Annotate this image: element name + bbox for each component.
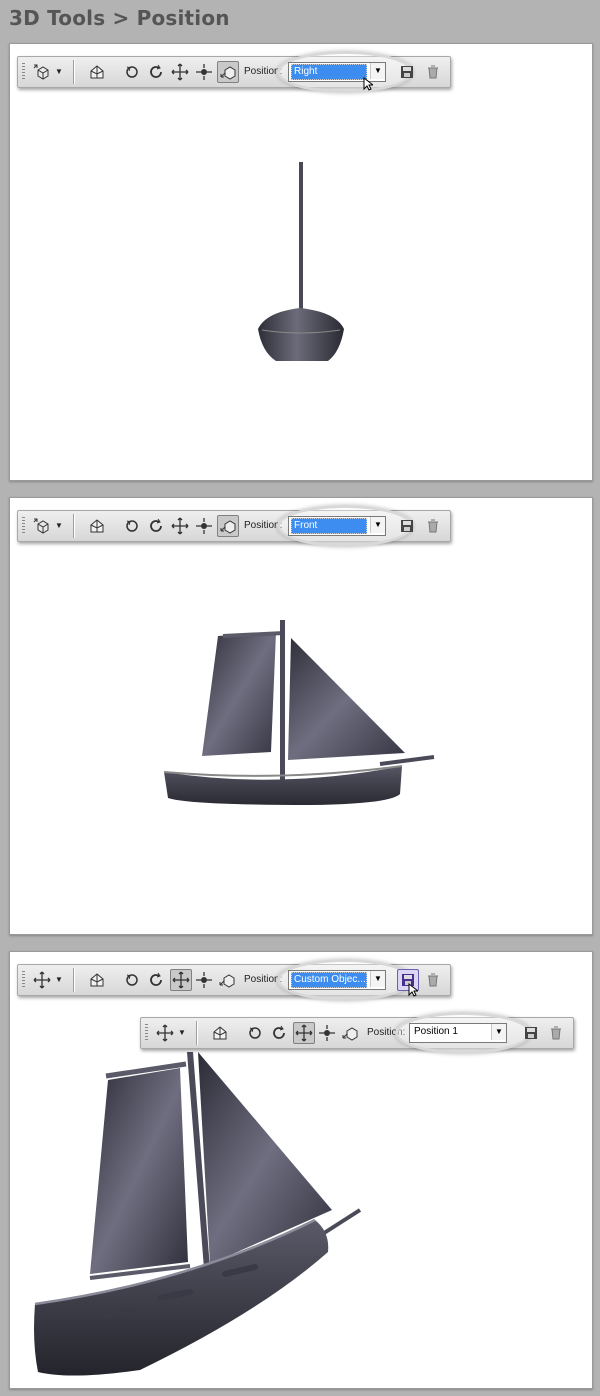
- roll-icon[interactable]: [269, 1023, 289, 1043]
- drag-icon[interactable]: [155, 1023, 175, 1043]
- boat-model-front-view: [163, 620, 435, 805]
- screenshot-panel-custom: ▼ Position: Custom Objec... ▼ ▼ Position…: [9, 951, 593, 1389]
- save-position-icon[interactable]: [521, 1023, 541, 1043]
- toolbar-grip[interactable]: [145, 1024, 148, 1042]
- toolbar-divider: [196, 1021, 198, 1045]
- position-dropdown[interactable]: Position 1 ▼: [409, 1023, 507, 1043]
- delete-position-icon[interactable]: [546, 1023, 566, 1043]
- boat-model-right-view: [258, 162, 344, 361]
- return-home-icon[interactable]: [210, 1023, 230, 1043]
- 3d-options-toolbar-saved: ▼ Position: Position 1 ▼: [140, 1012, 574, 1054]
- screenshot-panel-front: ▼ Position: Front ▼: [9, 497, 593, 935]
- position-label: Position:: [367, 1027, 406, 1038]
- chevron-down-icon[interactable]: ▼: [178, 1028, 186, 1037]
- screenshot-panel-right: ▼ Position: Right ▼: [9, 43, 593, 481]
- rotate-icon[interactable]: [245, 1023, 265, 1043]
- slide-icon[interactable]: [317, 1023, 337, 1043]
- page-title: 3D Tools > Position: [9, 6, 230, 30]
- scale-icon[interactable]: [340, 1023, 360, 1043]
- drag-icon[interactable]: [293, 1022, 315, 1044]
- chevron-down-icon[interactable]: ▼: [491, 1024, 506, 1040]
- position-dropdown-value: Position 1: [414, 1026, 458, 1037]
